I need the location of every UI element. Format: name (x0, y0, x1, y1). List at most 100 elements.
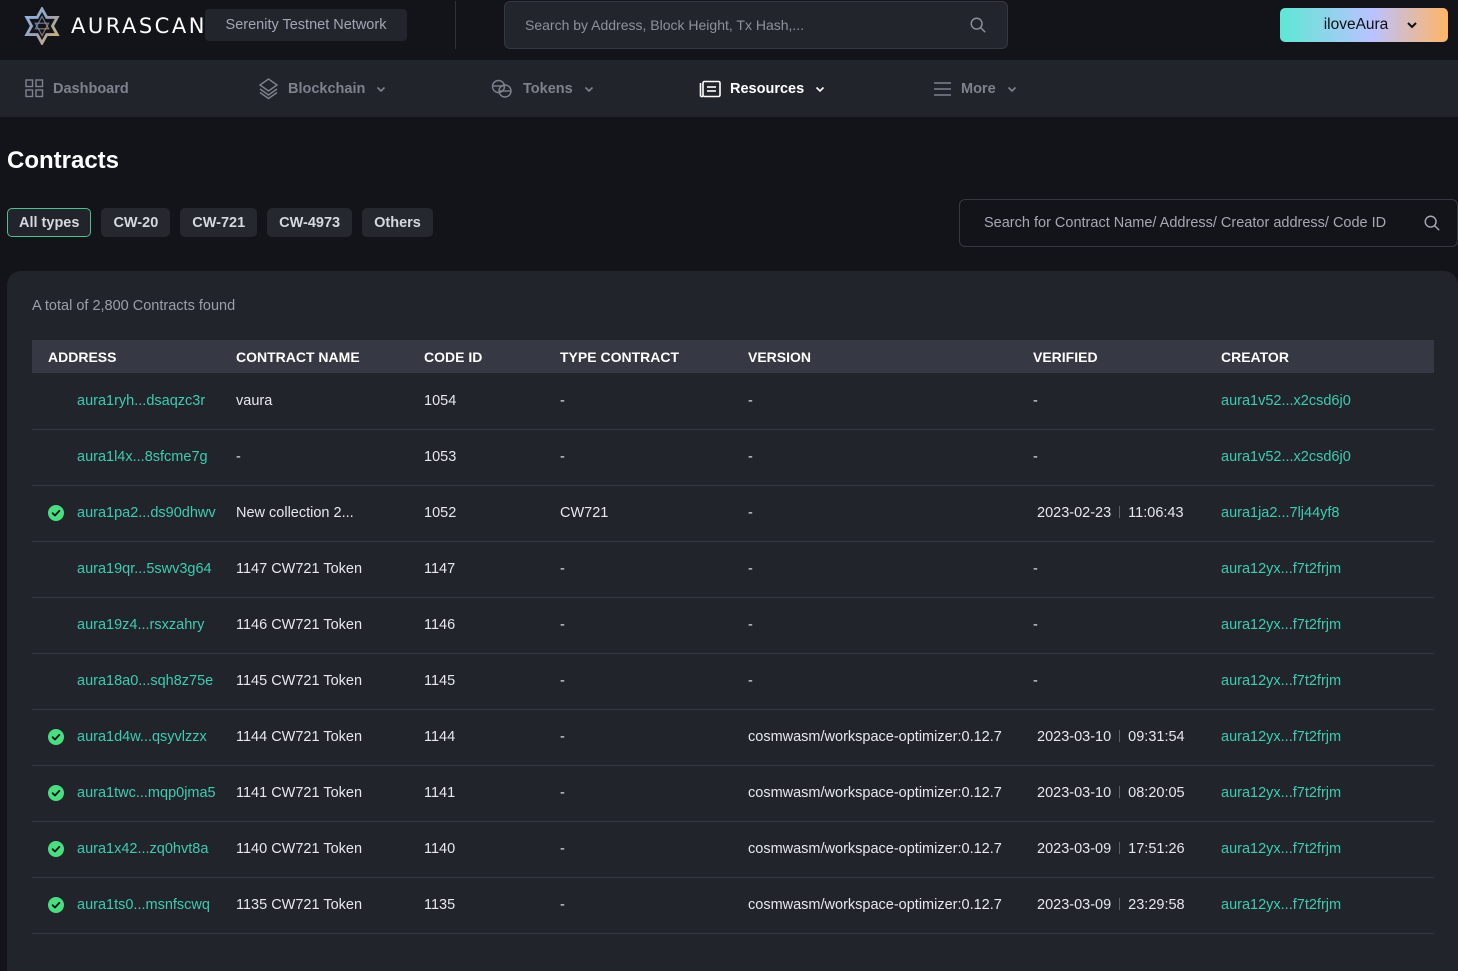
contract-name-cell: 1141 CW721 Token (236, 785, 363, 801)
aurascan-logo-icon[interactable] (23, 7, 61, 45)
contract-search-input[interactable] (984, 215, 1423, 231)
nav-item-tokens[interactable]: Tokens (490, 60, 594, 117)
column-header-contract-name: CONTRACT NAME (236, 348, 360, 365)
table-row: aura1l4x...8sfcme7g - 1053 - - - aura1v52...x2… (32, 429, 1434, 485)
version-cell: cosmwasm/workspace-optimizer:0.12.7 (748, 729, 1002, 745)
page-title: Contracts (7, 147, 120, 174)
creator-address-link[interactable]: aura12yx...f7t2frjm (1221, 617, 1341, 633)
network-badge: Serenity Testnet Network (205, 9, 407, 41)
code-id-cell: 1140 (424, 841, 456, 857)
menu-icon (933, 81, 952, 97)
nav-item-resources[interactable]: Resources (699, 60, 825, 117)
creator-address-link[interactable]: aura12yx...f7t2frjm (1221, 841, 1341, 857)
date-time-separator (1119, 506, 1121, 518)
contract-address-link[interactable]: aura1x42...zq0hvt8a (77, 841, 208, 857)
version-cell: - (748, 449, 753, 465)
column-header-verified: VERIFIED (1033, 348, 1098, 365)
creator-cell: aura12yx...f7t2frjm (1221, 821, 1434, 877)
top-bar: AURASCAN Serenity Testnet Network iloveA… (0, 0, 1458, 60)
verified-date: 2023-03-10 (1037, 729, 1112, 745)
column-header-version: VERSION (748, 348, 812, 365)
table-header-row: ADDRESS CONTRACT NAME CODE ID TYPE CONTR… (32, 340, 1434, 373)
nav-item-dashboard[interactable]: Dashboard (25, 60, 129, 117)
verified-cell: 2023-03-10 09:31:54 (1033, 709, 1221, 765)
contracts-table: ADDRESS CONTRACT NAME CODE ID TYPE CONTR… (32, 340, 1434, 934)
filter-cw-20[interactable]: CW-20 (101, 208, 171, 237)
contract-address-link[interactable]: aura18a0...sqh8z75e (77, 673, 213, 689)
nav-label: Resources (730, 80, 805, 97)
contract-name-cell: 1140 CW721 Token (236, 841, 363, 857)
contract-name-cell: 1135 CW721 Token (236, 897, 363, 913)
creator-address-link[interactable]: aura1v52...x2csd6j0 (1221, 393, 1351, 409)
filter-cw-4973[interactable]: CW-4973 (267, 208, 353, 237)
table-row: aura1x42...zq0hvt8a 1140 CW721 Token 1140 -… (32, 821, 1434, 877)
type-contract-cell: - (560, 785, 565, 801)
address-cell: aura1x42...zq0hvt8a (32, 821, 236, 877)
verified-time: 08:20:05 (1128, 785, 1185, 801)
chevron-down-icon (1005, 84, 1017, 94)
verified-cell: 2023-03-09 23:29:58 (1033, 877, 1221, 933)
version-cell: - (748, 673, 753, 689)
search-icon[interactable] (1423, 214, 1441, 232)
document-list-icon (699, 80, 721, 98)
verified-cell: 2023-03-09 17:51:26 (1033, 821, 1221, 877)
verified-check-icon (48, 729, 64, 745)
filter-cw-721[interactable]: CW-721 (180, 208, 258, 237)
verified-check-icon (48, 785, 64, 801)
column-header-creator: CREATOR (1221, 348, 1289, 365)
type-contract-cell: - (560, 449, 565, 465)
column-header-code-id: CODE ID (424, 348, 483, 365)
type-contract-cell: - (560, 392, 565, 409)
nav-label: Dashboard (53, 80, 129, 97)
verified-time: 11:06:43 (1128, 505, 1184, 521)
creator-address-link[interactable]: aura12yx...f7t2frjm (1221, 561, 1341, 577)
contract-address-link[interactable]: aura19qr...5swv3g64 (77, 561, 212, 577)
creator-address-link[interactable]: aura12yx...f7t2frjm (1221, 729, 1341, 745)
creator-address-link[interactable]: aura1v52...x2csd6j0 (1221, 449, 1351, 465)
creator-cell: aura12yx...f7t2frjm (1221, 765, 1434, 821)
creator-cell: aura12yx...f7t2frjm (1221, 597, 1434, 653)
verified-date: - (1033, 617, 1038, 633)
address-cell: aura1pa2...ds90dhwv (32, 485, 236, 541)
global-search-box (504, 1, 1008, 49)
filter-others[interactable]: Others (362, 208, 433, 237)
contract-address-link[interactable]: aura1l4x...8sfcme7g (77, 449, 208, 465)
wallet-label: iloveAura (1323, 16, 1389, 33)
version-cell: cosmwasm/workspace-optimizer:0.12.7 (748, 841, 1002, 857)
type-contract-cell: - (560, 617, 565, 633)
wallet-button[interactable]: iloveAura (1280, 8, 1448, 42)
creator-address-link[interactable]: aura12yx...f7t2frjm (1221, 785, 1341, 801)
coins-icon (490, 79, 514, 99)
code-id-cell: 1135 (424, 897, 456, 913)
contract-search-box (959, 199, 1458, 247)
nav-item-blockchain[interactable]: Blockchain (258, 60, 386, 117)
contract-name-cell: 1144 CW721 Token (236, 729, 363, 745)
chevron-down-icon (813, 84, 825, 94)
contract-address-link[interactable]: aura1pa2...ds90dhwv (77, 505, 216, 521)
verified-cell: 2023-03-10 08:20:05 (1033, 765, 1221, 821)
verified-date: - (1033, 673, 1038, 689)
global-search-input[interactable] (525, 17, 969, 33)
creator-address-link[interactable]: aura1ja2...7lj44yf8 (1221, 505, 1340, 521)
contract-address-link[interactable]: aura1twc...mqp0jma5 (77, 785, 216, 801)
filter-all-types[interactable]: All types (7, 208, 92, 237)
address-cell: aura1d4w...qsyvlzzx (32, 709, 236, 765)
search-icon[interactable] (969, 16, 987, 34)
contract-address-link[interactable]: aura1d4w...qsyvlzzx (77, 729, 207, 745)
contract-address-link[interactable]: aura1ts0...msnfscwq (77, 897, 210, 913)
verified-date: - (1033, 561, 1038, 577)
creator-cell: aura12yx...f7t2frjm (1221, 653, 1434, 709)
contract-address-link[interactable]: aura19z4...rsxzahry (77, 617, 204, 633)
address-cell: aura19qr...5swv3g64 (32, 541, 236, 597)
chevron-down-icon (374, 84, 386, 94)
verified-check-icon (48, 505, 64, 521)
contract-address-link[interactable]: aura1ryh...dsaqzc3r (77, 393, 205, 409)
creator-address-link[interactable]: aura12yx...f7t2frjm (1221, 673, 1341, 689)
layers-icon (258, 77, 279, 100)
verified-cell: - (1033, 373, 1221, 429)
code-id-cell: 1147 (424, 561, 456, 577)
creator-address-link[interactable]: aura12yx...f7t2frjm (1221, 897, 1341, 913)
type-contract-cell: - (560, 561, 565, 577)
nav-item-more[interactable]: More (933, 60, 1017, 117)
brand-name[interactable]: AURASCAN (71, 14, 207, 38)
